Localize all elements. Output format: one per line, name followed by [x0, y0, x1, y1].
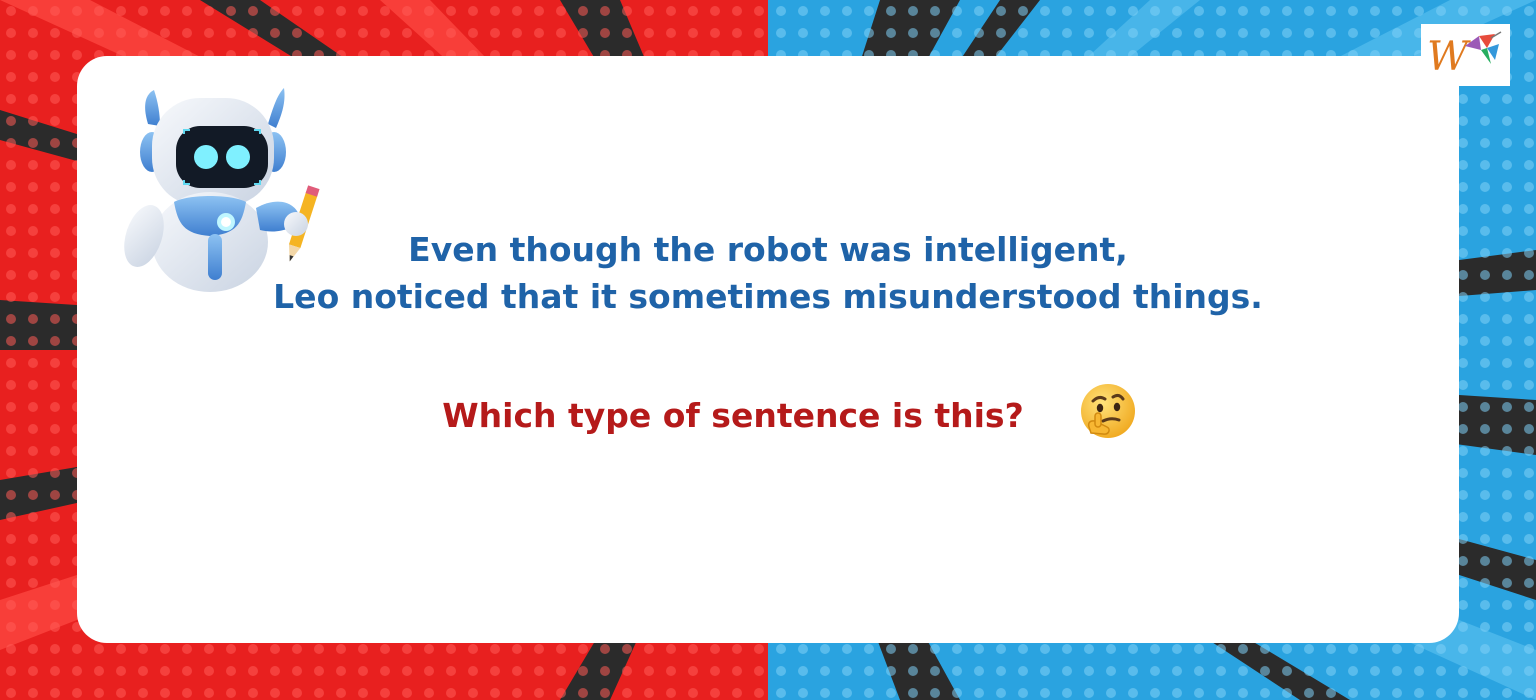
w-logo-icon: W	[1421, 24, 1510, 86]
thinking-face-icon	[1077, 383, 1139, 439]
sentence-statement: Even though the robot was intelligent, L…	[0, 226, 1536, 320]
question-text: Which type of sentence is this?	[442, 396, 1024, 435]
statement-line-2: Leo noticed that it sometimes misunderst…	[273, 277, 1263, 316]
statement-line-1: Even though the robot was intelligent,	[408, 230, 1128, 269]
brand-logo: W	[1421, 24, 1510, 86]
question-row: Which type of sentence is this?	[0, 383, 1536, 449]
svg-text:W: W	[1427, 34, 1471, 80]
